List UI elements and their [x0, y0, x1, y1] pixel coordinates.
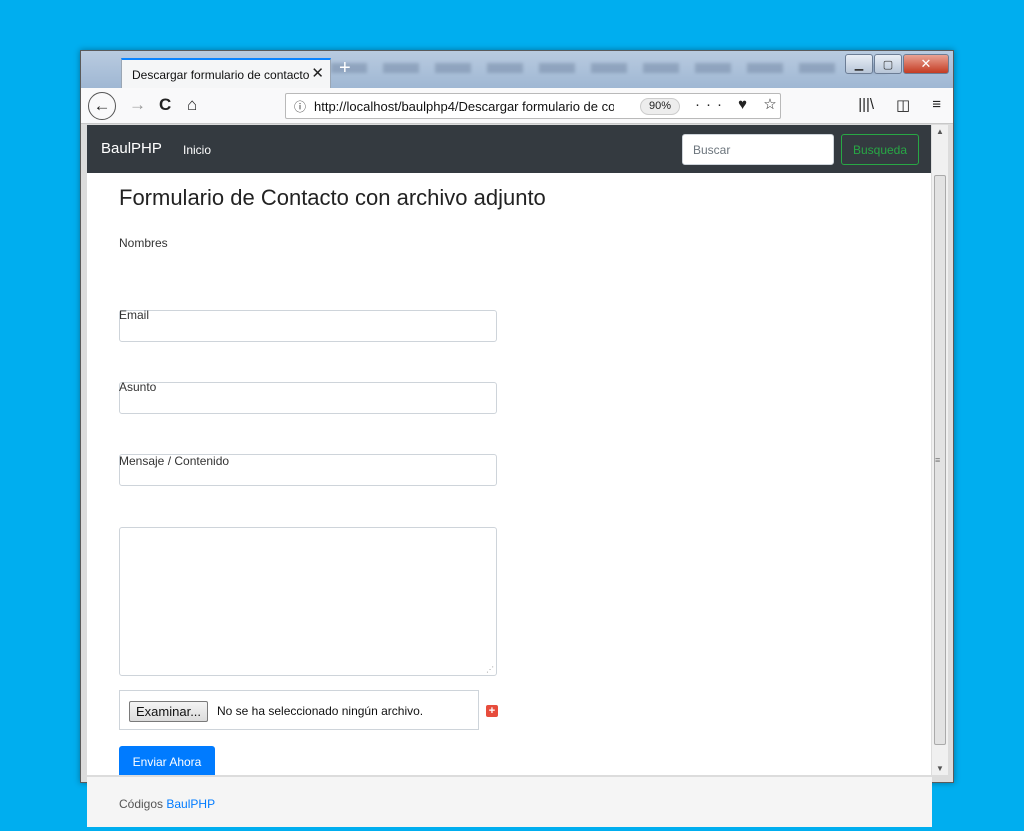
page-footer: Códigos BaulPHP [87, 777, 932, 827]
add-file-icon[interactable]: + [486, 705, 498, 717]
email-input[interactable] [119, 382, 497, 414]
tab-close-icon[interactable]: ✕ [311, 64, 324, 82]
page-actions-icons[interactable]: ··· ♥ ☆ [695, 95, 783, 113]
page-title: Formulario de Contacto con archivo adjun… [119, 185, 546, 210]
sidebar-icon[interactable]: ◫ [896, 96, 910, 114]
minimize-button[interactable]: ▁ [845, 54, 873, 74]
footer-text: Códigos BaulPHP [119, 797, 215, 811]
library-icon[interactable]: |||\ [858, 96, 874, 114]
resize-grip-icon[interactable]: ⋰ [486, 665, 494, 674]
subject-label: Asunto [119, 380, 157, 394]
site-navbar: BaulPHP Inicio Busqueda [87, 125, 932, 173]
scroll-up-icon[interactable]: ▲ [936, 127, 944, 136]
tab-strip: Descargar formulario de contacto PHP ✕ +… [81, 51, 953, 88]
home-icon[interactable]: ⌂ [187, 95, 197, 115]
vertical-scrollbar[interactable]: ▲ ≡ ▼ [931, 125, 948, 775]
new-tab-icon[interactable]: + [339, 57, 351, 80]
close-window-button[interactable]: ✕ [903, 54, 949, 74]
url-text[interactable]: http://localhost/baulphp4/Descargar form… [314, 99, 614, 114]
submit-button[interactable]: Enviar Ahora [119, 746, 215, 775]
scroll-grip-icon: ≡ [935, 455, 941, 465]
browser-tab[interactable]: Descargar formulario de contacto PHP ✕ [121, 58, 331, 88]
forward-icon[interactable]: → [129, 95, 146, 115]
search-button[interactable]: Busqueda [841, 134, 919, 165]
nav-link-inicio[interactable]: Inicio [183, 143, 211, 157]
file-input[interactable]: Examinar... No se ha seleccionado ningún… [119, 690, 479, 730]
browser-toolbar: ← → C ⌂ ⓘ http://localhost/baulphp4/Desc… [81, 88, 953, 124]
maximize-button[interactable]: ▢ [874, 54, 902, 74]
site-brand[interactable]: BaulPHP [101, 140, 162, 157]
back-button[interactable]: ← [88, 92, 116, 120]
name-input[interactable] [119, 310, 497, 342]
scroll-down-icon[interactable]: ▼ [936, 764, 944, 773]
zoom-level[interactable]: 90% [640, 98, 681, 115]
footer-prefix: Códigos [119, 797, 164, 811]
browse-file-button[interactable]: Examinar... [129, 701, 209, 722]
window-controls: ▁ ▢ ✕ [844, 54, 949, 74]
toolbar-right-tools: |||\ ◫ ≡ [858, 96, 941, 114]
page-viewport: BaulPHP Inicio Busqueda Formulario de Co… [87, 125, 932, 775]
footer-link[interactable]: BaulPHP [166, 797, 215, 811]
tab-title: Descargar formulario de contacto PHP [132, 68, 310, 82]
email-label: Email [119, 308, 150, 322]
message-label: Mensaje / Contenido [119, 454, 230, 468]
site-info-icon[interactable]: ⓘ [294, 98, 306, 115]
reload-icon[interactable]: C [159, 95, 171, 115]
message-textarea[interactable]: ⋰ [119, 527, 497, 676]
browser-window: Descargar formulario de contacto PHP ✕ +… [80, 50, 954, 827]
search-input[interactable] [682, 134, 834, 165]
file-status-text: No se ha seleccionado ningún archivo. [217, 704, 424, 718]
name-label: Nombres [119, 236, 168, 250]
menu-icon[interactable]: ≡ [932, 96, 941, 114]
blurred-menu-background [331, 63, 891, 73]
